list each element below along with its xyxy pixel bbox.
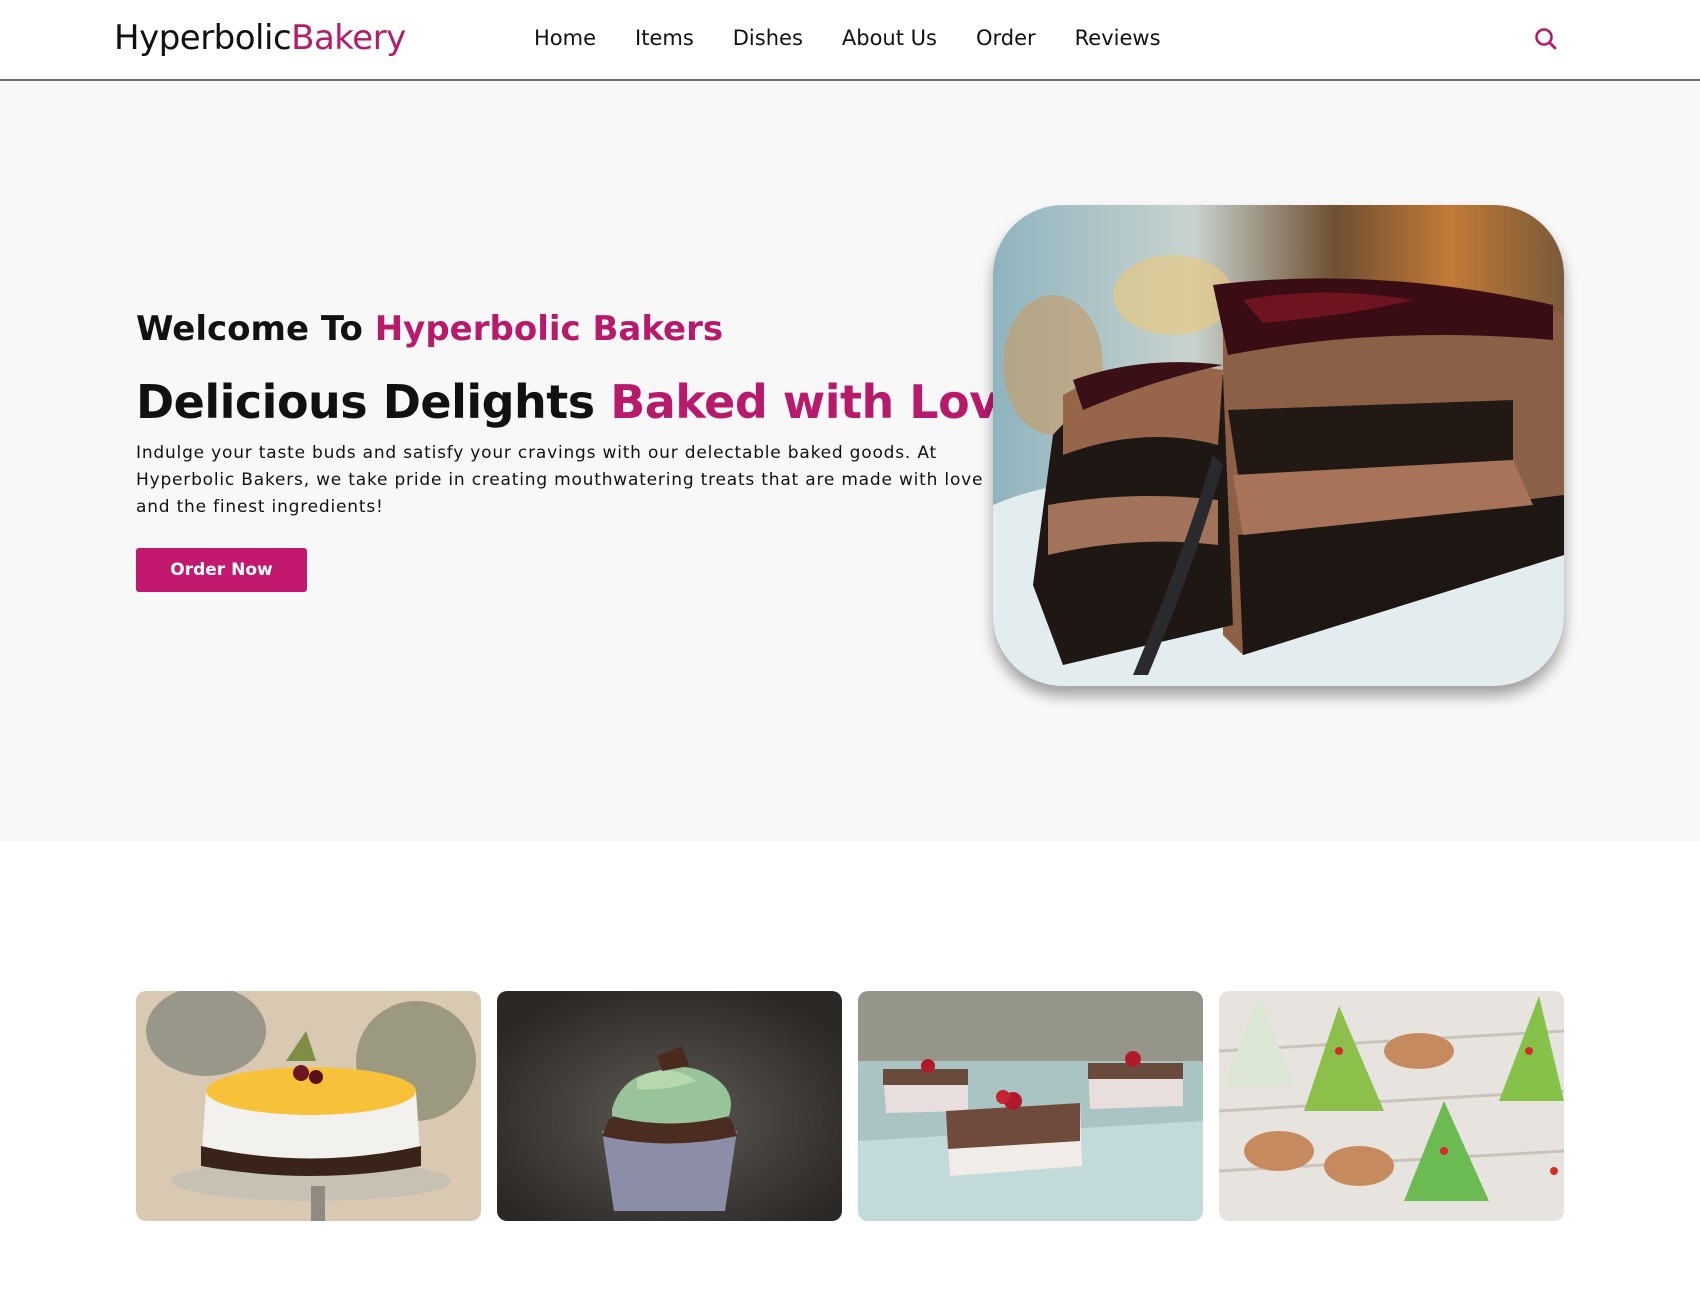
nav-link-about-us[interactable]: About Us bbox=[842, 26, 937, 50]
headline-accent: Baked with Love bbox=[610, 375, 1030, 429]
nav-link-items[interactable]: Items bbox=[635, 26, 694, 50]
navbar: HyperbolicBakery Home Items Dishes About… bbox=[0, 0, 1700, 81]
hero-section: Welcome To Hyperbolic Bakers Delicious D… bbox=[0, 83, 1700, 842]
welcome-prefix: Welcome To bbox=[136, 309, 375, 349]
nav-link-dishes[interactable]: Dishes bbox=[733, 26, 803, 50]
headline-prefix: Delicious Delights bbox=[136, 375, 611, 429]
chocolate-cake-slice-image bbox=[993, 205, 1564, 686]
cupcake-image[interactable] bbox=[497, 991, 842, 1221]
hero-description: Indulge your taste buds and satisfy your… bbox=[136, 443, 984, 517]
nav-links: Home Items Dishes About Us Order Reviews bbox=[534, 26, 1200, 50]
search-icon[interactable] bbox=[1531, 24, 1561, 54]
logo-main-text: Hyperbolic bbox=[114, 18, 292, 58]
logo-accent-text: Bakery bbox=[291, 18, 406, 58]
nav-link-home[interactable]: Home bbox=[534, 26, 596, 50]
nav-link-reviews[interactable]: Reviews bbox=[1075, 26, 1161, 50]
pastries-image[interactable] bbox=[858, 991, 1203, 1221]
welcome-accent: Hyperbolic Bakers bbox=[374, 309, 724, 349]
hero-headline: Delicious Delights Baked with Love bbox=[136, 375, 1030, 429]
fruit-cake-image[interactable] bbox=[136, 991, 481, 1221]
christmas-cookies-image[interactable] bbox=[1219, 991, 1564, 1221]
welcome-heading: Welcome To Hyperbolic Bakers bbox=[136, 309, 723, 349]
site-logo[interactable]: HyperbolicBakery bbox=[114, 18, 406, 58]
nav-link-order[interactable]: Order bbox=[976, 26, 1036, 50]
gallery-section bbox=[136, 991, 1580, 1221]
order-now-button[interactable]: Order Now bbox=[136, 548, 307, 592]
